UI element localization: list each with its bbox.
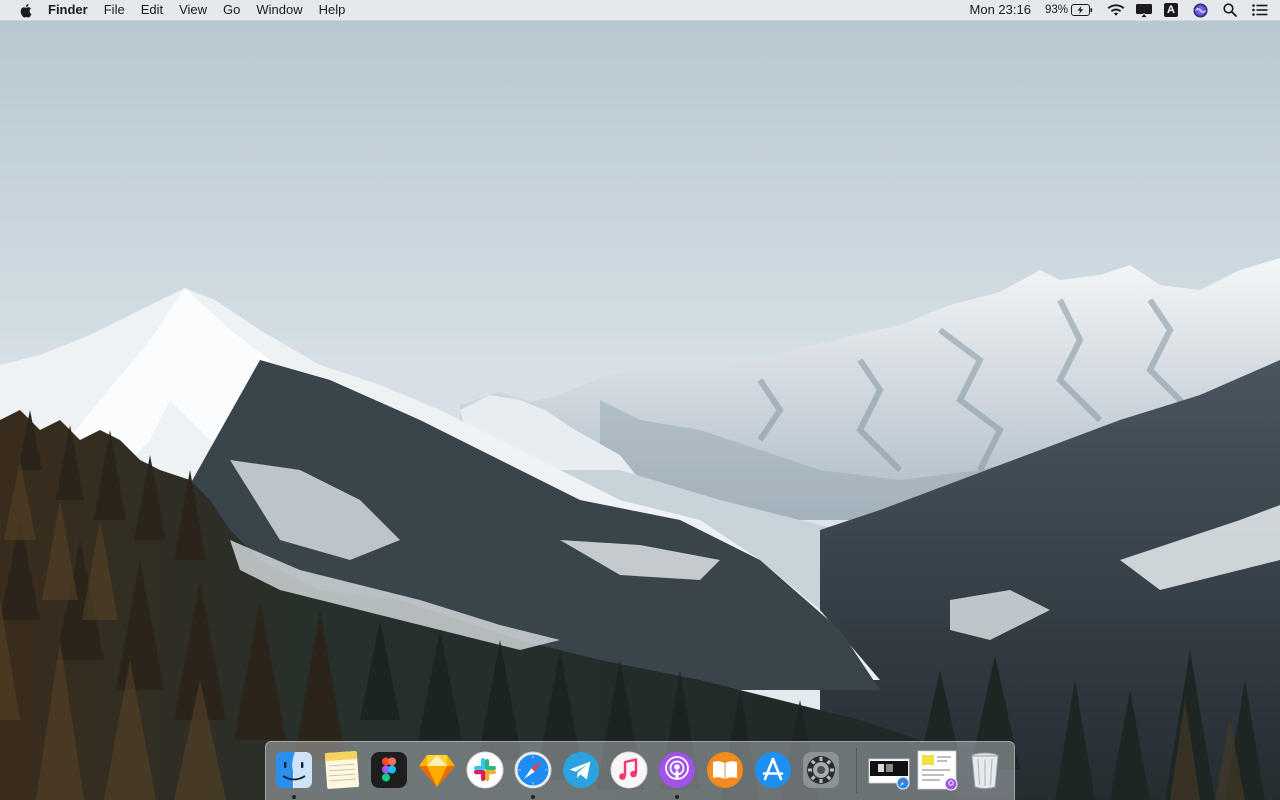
dock-app-safari[interactable] <box>512 749 554 799</box>
notes-icon <box>324 751 360 789</box>
dock-app-itunes[interactable] <box>608 749 650 791</box>
dock-minimized-window-podcasts[interactable] <box>916 749 958 791</box>
system-preferences-icon <box>803 752 839 788</box>
figma-icon <box>371 752 407 788</box>
battery-charging-icon <box>1071 4 1093 16</box>
dock-divider <box>856 748 857 793</box>
slack-icon <box>466 751 504 789</box>
podcasts-icon <box>659 752 695 788</box>
running-indicator <box>292 795 296 799</box>
itunes-icon <box>610 751 648 789</box>
dock-app-sketch[interactable] <box>416 749 458 791</box>
running-indicator <box>675 795 679 799</box>
finder-icon <box>276 752 312 788</box>
input-source-letter: A <box>1164 3 1178 17</box>
clock[interactable]: Mon 23:16 <box>970 0 1031 20</box>
menu-app-finder[interactable]: Finder <box>40 0 96 20</box>
desktop-wallpaper <box>0 0 1280 800</box>
wifi-icon[interactable] <box>1107 0 1125 20</box>
notification-center-icon[interactable] <box>1252 0 1268 20</box>
running-indicator <box>531 795 535 799</box>
menu-go[interactable]: Go <box>215 0 248 20</box>
siri-icon[interactable] <box>1193 0 1208 20</box>
telegram-icon <box>563 752 599 788</box>
trash-icon <box>971 752 999 789</box>
dock-app-notes[interactable] <box>321 749 363 791</box>
dock-app-podcasts[interactable] <box>656 749 698 799</box>
menu-view[interactable]: View <box>171 0 215 20</box>
menu-bar: Finder File Edit View Go Window Help Mon… <box>0 0 1280 21</box>
minimized-window-safari-icon <box>868 758 910 790</box>
safari-icon <box>514 751 552 789</box>
dock-app-books[interactable] <box>704 749 746 791</box>
menu-file[interactable]: File <box>96 0 133 20</box>
spotlight-search-icon[interactable] <box>1223 0 1237 20</box>
battery-percent: 93% <box>1044 4 1068 16</box>
apple-logo-icon[interactable] <box>14 0 36 20</box>
input-source-icon[interactable]: A <box>1164 0 1178 20</box>
menu-help[interactable]: Help <box>311 0 354 20</box>
books-icon <box>707 752 743 788</box>
dock <box>265 741 1015 800</box>
dock-app-figma[interactable] <box>368 749 410 791</box>
menu-edit[interactable]: Edit <box>133 0 171 20</box>
dock-app-finder[interactable] <box>273 749 315 799</box>
dock-app-telegram[interactable] <box>560 749 602 791</box>
dock-app-app-store[interactable] <box>752 749 794 791</box>
dock-minimized-window-safari[interactable] <box>868 749 910 791</box>
airplay-display-icon[interactable] <box>1135 0 1153 20</box>
dock-app-slack[interactable] <box>464 749 506 791</box>
battery-status[interactable]: 93% <box>1045 0 1093 20</box>
sketch-icon <box>419 755 455 787</box>
dock-app-system-preferences[interactable] <box>800 749 842 791</box>
minimized-window-podcasts-icon <box>917 750 958 791</box>
app-store-icon <box>755 752 791 788</box>
dock-trash[interactable] <box>964 749 1006 791</box>
menu-window[interactable]: Window <box>248 0 310 20</box>
